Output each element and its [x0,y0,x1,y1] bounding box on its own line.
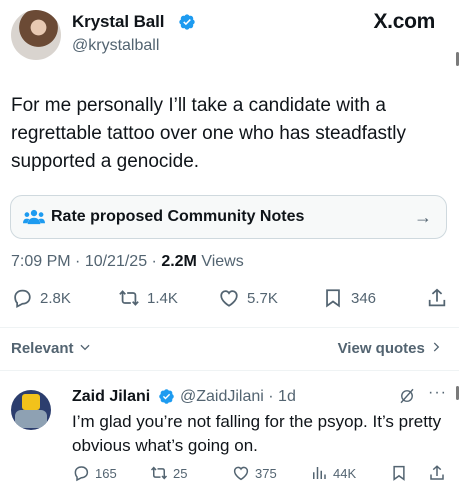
divider [0,370,459,371]
view-quotes-label: View quotes [337,340,425,357]
reply-author-avatar[interactable] [11,390,51,430]
heart-icon [220,290,238,307]
sort-relevant-label: Relevant [11,340,74,357]
reply-views-count: 44K [333,465,357,481]
reply-share-button[interactable] [428,464,446,482]
views-label: Views [196,253,244,270]
meta-separator: · [147,253,162,270]
avatar-detail [15,410,47,428]
bookmark-button[interactable]: 346 [322,287,376,309]
avatar-detail [22,394,40,410]
replies-sort-row: Relevant View quotes [0,338,459,362]
share-button[interactable] [426,287,448,309]
heart-icon [233,466,249,481]
reply-icon [74,466,89,482]
repost-count: 1.4K [147,289,178,307]
reply-author-name[interactable]: Zaid Jilani [72,388,150,406]
reply-count: 2.8K [40,289,71,307]
reply-like-button[interactable]: 375 [232,464,277,482]
reply-text: I’m glad you’re not falling for the psyo… [72,412,442,455]
reply-bookmark-button[interactable] [390,464,408,482]
share-icon [430,465,444,480]
tweet-text: For me personally I’ll take a candidate … [11,95,407,172]
bookmark-icon [326,289,340,308]
author-handle[interactable]: @krystalball [72,37,159,55]
reply-button[interactable]: 2.8K [11,287,71,309]
verified-badge-icon [179,14,195,30]
chevron-right-icon [433,342,440,352]
tweet-time[interactable]: 7:09 PM [11,253,71,270]
community-notes-label: Rate proposed Community Notes [51,208,305,225]
bookmark-count: 346 [351,289,377,307]
tweet-date[interactable]: 10/21/25 [85,253,147,270]
tweet-header: Krystal Ball @krystalball X.com [0,0,459,70]
reply-reply-count: 165 [95,465,117,481]
grok-icon[interactable] [398,387,416,405]
reply-views-button[interactable]: 44K [310,464,356,482]
view-count: 2.2M [161,253,197,270]
like-count: 5.7K [247,289,278,307]
reply-icon [14,289,31,308]
author-avatar[interactable] [11,10,61,60]
view-quotes-link[interactable]: View quotes [338,340,443,357]
reply-author-handle[interactable]: @ZaidJilani · 1d [180,388,296,406]
arrow-right-icon: → [414,207,432,227]
sort-relevant-dropdown[interactable]: Relevant [11,340,92,357]
bookmark-icon [393,465,405,481]
reply-actions: 165 25 375 44K [0,464,459,486]
people-icon [23,209,45,225]
tweet-actions: 2.8K 1.4K 5.7K 346 [0,287,459,317]
x-com-logo: X.com [373,10,435,33]
divider [0,327,459,328]
author-name[interactable]: Krystal Ball [72,12,164,32]
views-chart-icon [313,467,326,479]
verified-badge-icon [159,389,174,404]
meta-separator: · [70,253,85,270]
reply-reply-button[interactable]: 165 [72,464,117,482]
tweet-meta: 7:09 PM · 10/21/25 · 2.2M Views [11,253,244,271]
reply-repost-button[interactable]: 25 [150,464,187,482]
repost-icon [119,290,139,306]
more-options-icon[interactable]: ··· [428,384,447,402]
community-notes-button[interactable]: Rate proposed Community Notes → [10,195,447,239]
reply-repost-count: 25 [173,465,188,481]
share-icon [428,288,446,307]
reply-like-count: 375 [255,465,277,481]
like-button[interactable]: 5.7K [218,287,278,309]
repost-button[interactable]: 1.4K [118,287,178,309]
repost-icon [150,466,168,480]
chevron-down-icon [80,344,90,351]
